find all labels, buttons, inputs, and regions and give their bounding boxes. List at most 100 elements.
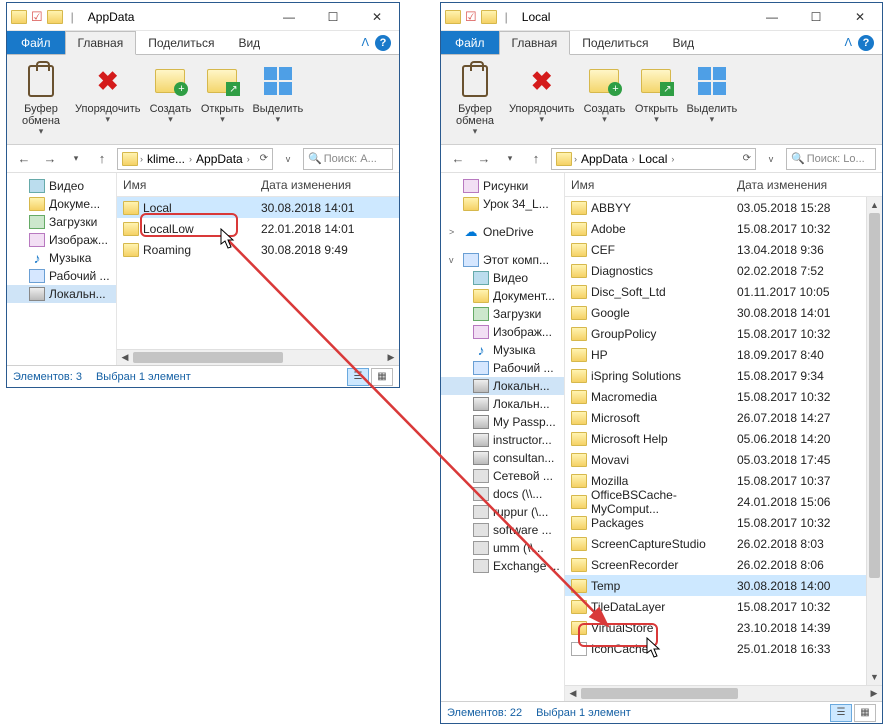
tree-item[interactable] (441, 213, 564, 223)
tree-item[interactable]: Загрузки (7, 213, 116, 231)
address-bar[interactable]: › klime... › AppData › ⟳ (117, 148, 273, 170)
list-item[interactable]: TileDataLayer15.08.2017 10:32 (565, 596, 866, 617)
ribbon-open[interactable]: Открыть▾ (632, 59, 680, 129)
tree-item[interactable]: Сетевой ... (441, 467, 564, 485)
tab-file[interactable]: Файл (7, 31, 65, 54)
list-item[interactable]: Movavi05.03.2018 17:45 (565, 449, 866, 470)
tree-item[interactable]: Рабочий ... (7, 267, 116, 285)
tab-file[interactable]: Файл (441, 31, 499, 54)
tab-view[interactable]: Вид (226, 31, 272, 54)
tree-item[interactable]: Урок 34_L... (441, 195, 564, 213)
tree-item[interactable]: >☁OneDrive (441, 223, 564, 241)
address-dropdown[interactable]: v (760, 148, 782, 170)
back-button[interactable]: ← (447, 148, 469, 170)
collapse-ribbon-icon[interactable]: ᐱ (844, 36, 852, 49)
list-item[interactable]: Local30.08.2018 14:01 (117, 197, 399, 218)
tree-item[interactable]: Изображ... (7, 231, 116, 249)
list-item[interactable]: IconCache25.01.2018 16:33 (565, 638, 866, 659)
list-item[interactable]: VirtualStore23.10.2018 14:39 (565, 617, 866, 638)
nav-tree[interactable]: ВидеоДокуме...ЗагрузкиИзображ...♪МузыкаР… (7, 173, 117, 365)
help-icon[interactable]: ? (375, 35, 391, 51)
columns-header[interactable]: Имя Дата изменения (565, 173, 882, 197)
view-icons-button[interactable]: ▦ (371, 368, 393, 386)
tree-item[interactable]: Документ... (441, 287, 564, 305)
list-item[interactable]: Packages15.08.2017 10:32 (565, 512, 866, 533)
tab-share[interactable]: Поделиться (136, 31, 226, 54)
list-item[interactable]: Roaming30.08.2018 9:49 (117, 239, 399, 260)
list-item[interactable]: GroupPolicy15.08.2017 10:32 (565, 323, 866, 344)
back-button[interactable]: ← (13, 148, 35, 170)
scrollbar-vertical[interactable]: ▲ ▼ (866, 197, 882, 685)
tree-item[interactable]: Докуме... (7, 195, 116, 213)
column-name[interactable]: Имя (569, 178, 737, 192)
tree-item[interactable]: ruppur (\... (441, 503, 564, 521)
tree-item[interactable]: consultan... (441, 449, 564, 467)
list-item[interactable]: ABBYY03.05.2018 15:28 (565, 197, 866, 218)
breadcrumb-segment[interactable]: klime... (145, 152, 187, 166)
ribbon-new[interactable]: Создать▾ (146, 59, 194, 129)
list-item[interactable]: Microsoft26.07.2018 14:27 (565, 407, 866, 428)
ribbon-clipboard[interactable]: Буфер обмена▾ (13, 59, 69, 141)
tree-item[interactable]: umm (\\... (441, 539, 564, 557)
tree-item[interactable]: Локальн... (7, 285, 116, 303)
refresh-icon[interactable]: ⟳ (743, 153, 755, 164)
search-input[interactable]: 🔍Поиск: Lo... (786, 148, 876, 170)
list-item[interactable]: ScreenRecorder26.02.2018 8:06 (565, 554, 866, 575)
tree-item[interactable] (441, 241, 564, 251)
column-name[interactable]: Имя (121, 178, 261, 192)
titlebar[interactable]: ☑ | Local — ☐ ✕ (441, 3, 882, 31)
view-icons-button[interactable]: ▦ (854, 704, 876, 722)
tree-item[interactable]: instructor... (441, 431, 564, 449)
close-button[interactable]: ✕ (355, 3, 399, 31)
ribbon-select[interactable]: Выделить▾ (684, 59, 739, 129)
checkbox-icon[interactable]: ☑ (465, 9, 477, 25)
list-item[interactable]: Temp30.08.2018 14:00 (565, 575, 866, 596)
tree-item[interactable]: Видео (7, 177, 116, 195)
titlebar[interactable]: ☑ | AppData — ☐ ✕ (7, 3, 399, 31)
tree-item[interactable]: Загрузки (441, 305, 564, 323)
tree-item[interactable]: Изображ... (441, 323, 564, 341)
ribbon-new[interactable]: Создать▾ (580, 59, 628, 129)
history-button[interactable]: ▾ (65, 148, 87, 170)
tree-item[interactable]: Видео (441, 269, 564, 287)
close-button[interactable]: ✕ (838, 3, 882, 31)
tab-share[interactable]: Поделиться (570, 31, 660, 54)
breadcrumb-segment[interactable]: Local (637, 152, 670, 166)
tree-item[interactable]: Локальн... (441, 395, 564, 413)
minimize-button[interactable]: — (267, 3, 311, 31)
list-item[interactable]: OfficeBSCache-MyComput...24.01.2018 15:0… (565, 491, 866, 512)
list-body[interactable]: ABBYY03.05.2018 15:28Adobe15.08.2017 10:… (565, 197, 866, 685)
list-item[interactable]: Macromedia15.08.2017 10:32 (565, 386, 866, 407)
maximize-button[interactable]: ☐ (794, 3, 838, 31)
refresh-icon[interactable]: ⟳ (260, 153, 272, 164)
breadcrumb-segment[interactable]: AppData (194, 152, 245, 166)
list-body[interactable]: Local30.08.2018 14:01LocalLow22.01.2018 … (117, 197, 399, 349)
tab-main[interactable]: Главная (499, 31, 571, 55)
address-dropdown[interactable]: v (277, 148, 299, 170)
tree-item[interactable]: My Passp... (441, 413, 564, 431)
ribbon-select[interactable]: Выделить▾ (250, 59, 305, 129)
ribbon-clipboard[interactable]: Буфер обмена▾ (447, 59, 503, 141)
ribbon-open[interactable]: Открыть▾ (198, 59, 246, 129)
scrollbar-horizontal[interactable]: ◀▶ (117, 349, 399, 365)
search-input[interactable]: 🔍Поиск: A... (303, 148, 393, 170)
collapse-ribbon-icon[interactable]: ᐱ (361, 36, 369, 49)
forward-button[interactable]: → (39, 148, 61, 170)
history-button[interactable]: ▾ (499, 148, 521, 170)
tree-item[interactable]: software ... (441, 521, 564, 539)
checkbox-icon[interactable]: ☑ (31, 9, 43, 25)
tree-item[interactable]: docs (\\... (441, 485, 564, 503)
list-item[interactable]: Adobe15.08.2017 10:32 (565, 218, 866, 239)
breadcrumb-segment[interactable]: AppData (579, 152, 630, 166)
list-item[interactable]: Diagnostics02.02.2018 7:52 (565, 260, 866, 281)
ribbon-organize[interactable]: ✖Упорядочить▾ (73, 59, 142, 129)
columns-header[interactable]: Имя Дата изменения (117, 173, 399, 197)
maximize-button[interactable]: ☐ (311, 3, 355, 31)
list-item[interactable]: Microsoft Help05.06.2018 14:20 (565, 428, 866, 449)
up-button[interactable]: ↑ (91, 148, 113, 170)
tree-item[interactable]: vЭтот комп... (441, 251, 564, 269)
tree-item[interactable]: ♪Музыка (7, 249, 116, 267)
forward-button[interactable]: → (473, 148, 495, 170)
up-button[interactable]: ↑ (525, 148, 547, 170)
column-date[interactable]: Дата изменения (261, 178, 399, 192)
